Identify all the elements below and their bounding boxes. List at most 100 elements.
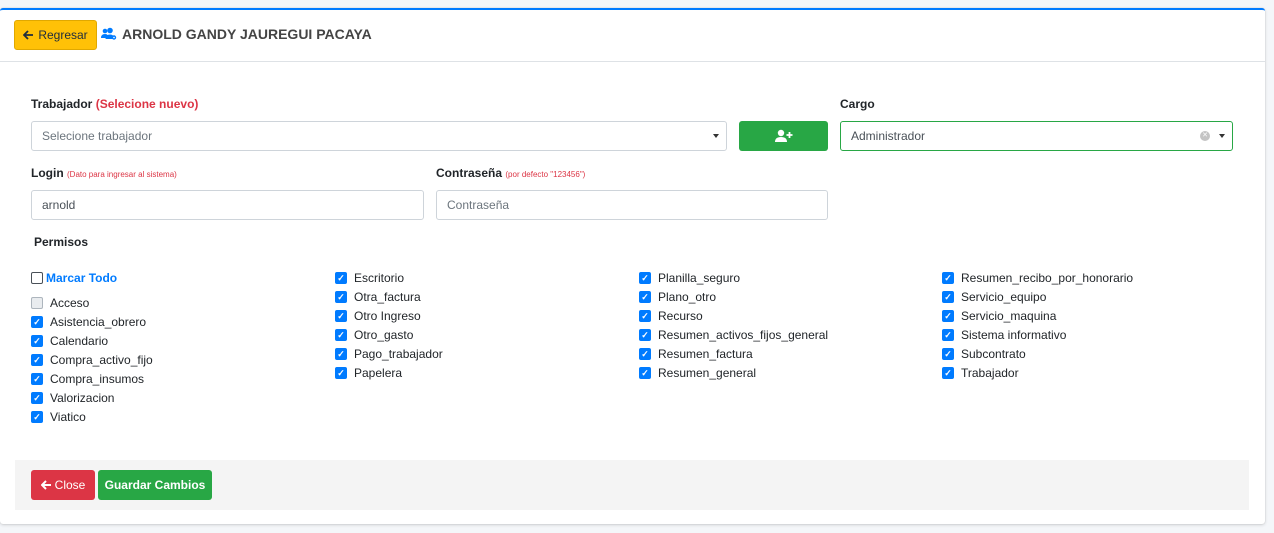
password-hint: (por defecto "123456") [505,170,586,179]
cargo-select[interactable]: Administrador ✕ [840,121,1233,151]
checkbox-checked-icon[interactable]: ✓ [31,334,43,347]
permission-label: Otro_gasto [354,327,414,342]
back-button[interactable]: Regresar [14,20,97,50]
permission-item[interactable]: ✓ Servicio_maquina [942,306,1133,325]
permission-label: Compra_insumos [50,371,145,386]
marcar-todo-checkbox[interactable]: Marcar Todo [31,268,153,287]
permission-item[interactable]: ✓ Compra_activo_fijo [31,350,153,369]
permission-label: Plano_otro [658,289,717,304]
permission-item[interactable]: ✓ Asistencia_obrero [31,312,153,331]
checkbox-checked-icon[interactable]: ✓ [31,410,43,423]
checkbox-checked-icon[interactable]: ✓ [335,290,347,303]
checkbox-checked-icon[interactable]: ✓ [942,347,954,360]
cargo-select-value: Administrador [851,129,926,143]
save-changes-button[interactable]: Guardar Cambios [98,470,212,500]
permissions-column-4: ✓ Resumen_recibo_por_honorario ✓ Servicio_e… [942,268,1133,382]
permission-item[interactable]: ✓ Recurso [639,306,828,325]
card-footer: Close Guardar Cambios [15,460,1249,510]
chevron-down-icon [713,134,719,138]
checkbox-checked-icon[interactable]: ✓ [942,290,954,303]
marcar-todo-label[interactable]: Marcar Todo [46,271,117,285]
checkbox-checked-icon[interactable]: ✓ [942,366,954,379]
permission-item[interactable]: ✓ Plano_otro [639,287,828,306]
permission-item[interactable]: ✓ Trabajador [942,363,1133,382]
permission-item[interactable]: ✓ Resumen_general [639,363,828,382]
permission-item[interactable]: ✓ Resumen_factura [639,344,828,363]
checkbox-checked-icon[interactable]: ✓ [942,309,954,322]
page-title-text: ARNOLD GANDY JAUREGUI PACAYA [122,26,372,42]
permissions-column-3: ✓ Planilla_seguro ✓ Plano_otro ✓ Recurso ✓ Resu… [639,268,828,382]
permission-item[interactable]: ✓ Resumen_activos_fijos_general [639,325,828,344]
password-label-text: Contraseña [436,166,503,180]
permission-item[interactable]: ✓ Otro_gasto [335,325,443,344]
checkbox-checked-icon[interactable]: ✓ [335,328,347,341]
checkbox-checked-icon[interactable]: ✓ [942,271,954,284]
checkbox-icon[interactable] [31,296,43,309]
trabajador-select[interactable]: Selecione trabajador [31,121,727,151]
checkbox-checked-icon[interactable]: ✓ [639,328,651,341]
permission-item[interactable]: ✓ Papelera [335,363,443,382]
permission-label: Acceso [50,295,90,310]
checkbox-checked-icon[interactable]: ✓ [639,366,651,379]
login-hint: (Dato para ingresar al sistema) [67,170,177,179]
permission-item[interactable]: ✓ Otro Ingreso [335,306,443,325]
permission-label: Calendario [50,333,109,348]
checkbox-checked-icon[interactable]: ✓ [31,353,43,366]
close-button[interactable]: Close [31,470,95,500]
login-input[interactable]: arnold [31,190,424,220]
permission-label: Viatico [50,409,86,424]
permission-label: Planilla_seguro [658,270,741,285]
permission-label: Valorizacion [50,390,115,405]
permission-item[interactable]: ✓ Escritorio [335,268,443,287]
checkbox-checked-icon[interactable]: ✓ [335,366,347,379]
permission-label: Trabajador [961,365,1019,380]
user-plus-icon [774,129,792,142]
permission-item[interactable]: ✓ Servicio_equipo [942,287,1133,306]
page-title: ARNOLD GANDY JAUREGUI PACAYA [101,26,372,42]
permission-item[interactable]: ✓ Valorizacion [31,388,153,407]
login-input-value: arnold [42,198,76,212]
trabajador-hint: (Selecione nuevo) [95,97,199,111]
permission-item[interactable]: ✓ Resumen_recibo_por_honorario [942,268,1133,287]
close-button-label: Close [54,478,86,492]
permission-label: Subcontrato [961,346,1026,361]
permission-label: Escritorio [354,270,405,285]
permission-label: Papelera [354,365,403,380]
checkbox-checked-icon[interactable]: ✓ [639,309,651,322]
clear-icon[interactable]: ✕ [1200,131,1210,141]
password-input[interactable]: Contraseña [436,190,828,220]
permission-item[interactable]: ✓ Otra_factura [335,287,443,306]
arrow-left-icon [23,30,34,40]
chevron-down-icon [1219,134,1225,138]
checkbox-checked-icon[interactable]: ✓ [639,347,651,360]
password-input-placeholder: Contraseña [447,198,510,212]
permission-label: Resumen_general [658,365,757,380]
checkbox-checked-icon[interactable]: ✓ [31,315,43,328]
permission-item[interactable]: ✓ Subcontrato [942,344,1133,363]
checkbox-checked-icon[interactable]: ✓ [639,290,651,303]
checkbox-checked-icon[interactable]: ✓ [335,309,347,322]
permission-label: Resumen_activos_fijos_general [658,327,829,342]
checkbox-checked-icon[interactable]: ✓ [31,391,43,404]
permission-item[interactable]: ✓ Compra_insumos [31,369,153,388]
back-button-label: Regresar [38,28,88,42]
permission-item[interactable]: ✓ Planilla_seguro [639,268,828,287]
checkbox-checked-icon[interactable]: ✓ [31,372,43,385]
permission-item[interactable]: ✓ Sistema informativo [942,325,1133,344]
permission-item[interactable]: Acceso [31,293,153,312]
permission-label: Otro Ingreso [354,308,421,323]
cargo-label: Cargo [840,97,875,111]
checkbox-checked-icon[interactable]: ✓ [942,328,954,341]
permission-item[interactable]: ✓ Calendario [31,331,153,350]
checkbox-checked-icon[interactable]: ✓ [335,347,347,360]
permission-label: Asistencia_obrero [50,314,147,329]
checkbox-checked-icon[interactable]: ✓ [639,271,651,284]
checkbox-icon[interactable] [31,271,43,284]
checkbox-checked-icon[interactable]: ✓ [335,271,347,284]
add-worker-button[interactable] [739,121,828,151]
permission-label: Pago_trabajador [354,346,443,361]
trabajador-label-text: Trabajador [31,97,93,111]
permission-item[interactable]: ✓ Pago_trabajador [335,344,443,363]
permission-item[interactable]: ✓ Viatico [31,407,153,426]
users-cog-icon [101,27,117,40]
